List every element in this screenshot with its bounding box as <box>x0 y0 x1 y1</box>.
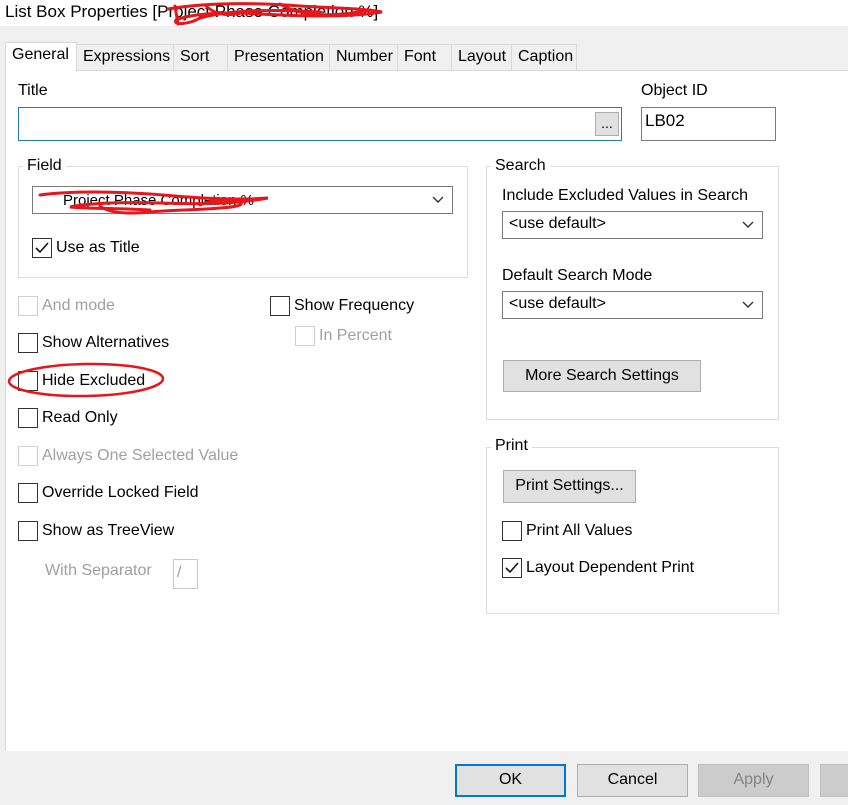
always-one-selected-checkbox[interactable] <box>18 446 38 466</box>
title-input[interactable] <box>18 107 622 141</box>
separator-input[interactable]: / <box>173 559 198 589</box>
default-search-mode-label: Default Search Mode <box>502 267 653 284</box>
field-select-value: Project Phase Completion % <box>63 192 254 209</box>
show-as-treeview-label: Show as TreeView <box>42 522 175 539</box>
title-browse-button[interactable]: ... <box>595 112 619 136</box>
hide-excluded-checkbox[interactable] <box>18 371 38 391</box>
use-as-title-label: Use as Title <box>56 239 140 256</box>
in-percent-label: In Percent <box>319 327 392 344</box>
tab-strip: General Expressions Sort Presentation Nu… <box>0 42 848 72</box>
tab-general[interactable]: General <box>5 42 77 72</box>
help-button[interactable] <box>820 764 848 797</box>
show-alternatives-label: Show Alternatives <box>42 334 170 351</box>
and-mode-checkbox[interactable] <box>18 296 38 316</box>
separator-value: / <box>177 564 182 581</box>
ok-button[interactable]: OK <box>455 764 566 797</box>
include-excluded-select[interactable]: <use default> <box>502 211 763 239</box>
hide-excluded-label: Hide Excluded <box>42 372 146 389</box>
cancel-button[interactable]: Cancel <box>577 764 688 797</box>
include-excluded-value: <use default> <box>509 215 606 232</box>
title-label: Title <box>18 82 48 99</box>
field-group-legend: Field <box>23 157 66 175</box>
tab-expressions[interactable]: Expressions <box>76 44 174 71</box>
in-percent-checkbox[interactable] <box>295 326 315 346</box>
show-frequency-label: Show Frequency <box>294 297 415 314</box>
use-as-title-checkbox[interactable] <box>32 238 52 258</box>
object-id-input[interactable]: LB02 <box>641 107 776 141</box>
and-mode-label: And mode <box>42 297 115 314</box>
print-all-values-label: Print All Values <box>526 522 633 539</box>
read-only-label: Read Only <box>42 409 118 426</box>
window-title: List Box Properties [Project Phase Compl… <box>5 2 379 21</box>
override-locked-checkbox[interactable] <box>18 483 38 503</box>
checkmark-icon <box>505 562 519 574</box>
tab-presentation[interactable]: Presentation <box>227 44 330 71</box>
search-group-legend: Search <box>491 157 550 175</box>
field-select[interactable]: Project Phase Completion % <box>32 186 453 214</box>
chevron-down-icon <box>742 301 754 308</box>
tab-font[interactable]: Font <box>397 44 452 71</box>
show-alternatives-checkbox[interactable] <box>18 333 38 353</box>
tab-layout[interactable]: Layout <box>451 44 512 71</box>
override-locked-label: Override Locked Field <box>42 484 199 501</box>
with-separator-label: With Separator <box>45 562 152 579</box>
layout-dependent-print-label: Layout Dependent Print <box>526 559 695 576</box>
show-as-treeview-checkbox[interactable] <box>18 521 38 541</box>
print-settings-button[interactable]: Print Settings... <box>503 470 636 503</box>
default-search-mode-value: <use default> <box>509 295 606 312</box>
window-titlebar: List Box Properties [Project Phase Compl… <box>0 0 848 26</box>
more-search-settings-button[interactable]: More Search Settings <box>503 360 701 392</box>
include-excluded-label: Include Excluded Values in Search <box>502 187 749 204</box>
default-search-mode-select[interactable]: <use default> <box>502 291 763 319</box>
checkmark-icon <box>35 242 49 254</box>
tab-caption[interactable]: Caption <box>511 44 577 71</box>
chevron-down-icon <box>432 196 444 203</box>
always-one-selected-label: Always One Selected Value <box>42 447 239 464</box>
tab-number[interactable]: Number <box>329 44 398 71</box>
chevron-down-icon <box>742 221 754 228</box>
read-only-checkbox[interactable] <box>18 408 38 428</box>
print-group-legend: Print <box>491 437 532 455</box>
layout-dependent-print-checkbox[interactable] <box>502 558 522 578</box>
print-all-values-checkbox[interactable] <box>502 521 522 541</box>
show-frequency-checkbox[interactable] <box>270 296 290 316</box>
field-group <box>18 166 468 278</box>
apply-button[interactable]: Apply <box>698 764 809 797</box>
object-id-label: Object ID <box>641 82 708 99</box>
tab-sort[interactable]: Sort <box>173 44 228 71</box>
object-id-value: LB02 <box>645 111 685 130</box>
